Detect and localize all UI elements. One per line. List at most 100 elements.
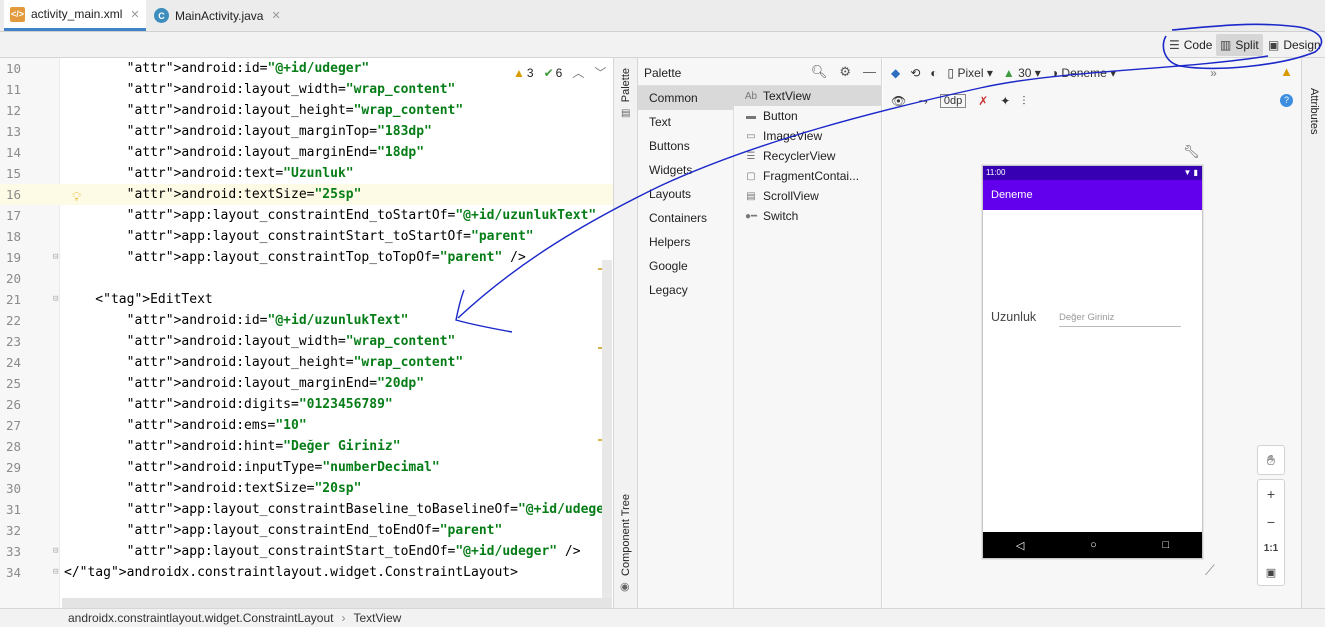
code-line[interactable]: 31 "attr">app:layout_constraintBaseline_… [0, 499, 620, 520]
palette-category-containers[interactable]: Containers [638, 206, 734, 230]
palette-category-legacy[interactable]: Legacy [638, 278, 734, 302]
design-mode-button[interactable]: ▣ Design [1264, 34, 1325, 56]
gear-icon[interactable]: ⚙ [839, 64, 851, 80]
chevron-up-icon[interactable]: ︿ [572, 64, 584, 81]
palette-item[interactable]: ▢ FragmentContai... [734, 166, 882, 186]
preview-textview[interactable]: Uzunluk [991, 310, 1036, 324]
fold-marker-icon[interactable]: ⊟ [53, 289, 58, 310]
tab-mainactivity-java[interactable]: C MainActivity.java ✕ [148, 0, 287, 31]
close-icon[interactable]: ✕ [130, 8, 139, 21]
code-line[interactable]: 13 "attr">android:layout_marginTop="183d… [0, 121, 613, 142]
layers-icon[interactable]: ◆ [891, 66, 900, 80]
palette-item[interactable]: ▭ ImageView [734, 126, 882, 146]
code-line[interactable]: 12 "attr">android:layout_height="wrap_co… [0, 100, 613, 121]
code-line[interactable]: 27 "attr">android:ems="10" [0, 415, 613, 436]
orientation-icon[interactable]: ⟲ [910, 66, 920, 80]
attributes-strip-tab[interactable]: Attributes [1308, 88, 1320, 134]
code-line[interactable]: 15 "attr">android:text="Uzunluk" [0, 163, 613, 184]
code-line[interactable]: 14 "attr">android:layout_marginEnd="18dp… [0, 142, 613, 163]
clear-constraints-icon[interactable]: ✗ [978, 94, 988, 108]
code-line[interactable]: 19 "attr">app:layout_constraintTop_toTop… [0, 247, 613, 268]
status-bar: 11:00 ▼ ▮ [983, 166, 1202, 180]
palette-strip-tab[interactable]: Palette [620, 68, 632, 102]
line-number: 18 [6, 229, 22, 244]
inspection-widget[interactable]: ▲ 3 ✔ 6 ︿ ﹀ [513, 64, 606, 81]
palette-item[interactable]: ▬ Button [734, 106, 882, 126]
default-margin-selector[interactable]: 0dp [939, 94, 967, 108]
code-line[interactable]: 30 "attr">android:textSize="20sp" [0, 478, 613, 499]
zoom-out-button[interactable]: − [1267, 514, 1275, 530]
palette-strip-icon: ▤ [621, 108, 631, 119]
fold-marker-icon[interactable]: ⊟ [53, 562, 58, 583]
palette-item[interactable]: ☰ RecyclerView [734, 146, 882, 166]
palette-category-helpers[interactable]: Helpers [638, 230, 734, 254]
palette-item[interactable]: Ab TextView [734, 86, 882, 106]
align-icon[interactable]: ⫶ [1022, 94, 1025, 109]
code-line[interactable]: 28 "attr">android:hint="Değer Giriniz" [0, 436, 613, 457]
code-line[interactable]: 20 [0, 268, 613, 289]
theme-selector[interactable]: ◑ Deneme ▾ [1051, 66, 1116, 80]
pan-tool[interactable]: ✋︎ [1257, 445, 1285, 475]
fold-marker-icon[interactable]: ⊟ [53, 541, 58, 562]
device-selector[interactable]: ▯ Pixel ▾ [948, 66, 993, 80]
code-text: "attr">app:layout_constraintBaseline_toB… [126, 502, 620, 517]
fold-marker-icon[interactable]: ⊟ [53, 247, 58, 268]
chevron-down-icon[interactable]: ﹀ [594, 64, 606, 81]
breadcrumb-item[interactable]: androidx.constraintlayout.widget.Constra… [68, 611, 334, 625]
palette-category-buttons[interactable]: Buttons [638, 134, 734, 158]
palette-category-common[interactable]: Common [638, 86, 734, 110]
code-line[interactable]: 11 "attr">android:layout_width="wrap_con… [0, 79, 613, 100]
palette-item[interactable]: ●━ Switch [734, 206, 882, 226]
preview-edittext[interactable]: Değer Giriniz [1059, 312, 1181, 327]
palette-category-google[interactable]: Google [638, 254, 734, 278]
api-selector[interactable]: ▲ 30 ▾ [1003, 66, 1041, 80]
split-mode-button[interactable]: ▥ Split [1216, 34, 1263, 56]
code-line[interactable]: 24 "attr">android:layout_height="wrap_co… [0, 352, 613, 373]
code-line[interactable]: 34 </"tag">androidx.constraintlayout.widg… [0, 562, 613, 583]
code-line[interactable]: 33 "attr">app:layout_constraintStart_toE… [0, 541, 613, 562]
help-icon[interactable]: ? [1280, 94, 1293, 107]
resize-handle-icon[interactable]: ⟋ [1205, 562, 1215, 579]
code-text: "attr">android:layout_height="wrap_conte… [126, 355, 464, 370]
code-text: "attr">app:layout_constraintTop_toTopOf=… [126, 250, 526, 265]
view-options-icon[interactable]: 👁︎ [891, 94, 906, 108]
night-mode-icon[interactable]: ◐ [930, 66, 937, 80]
code-line[interactable]: 26 "attr">android:digits="0123456789" [0, 394, 613, 415]
code-line[interactable]: 32 "attr">app:layout_constraintEnd_toEnd… [0, 520, 613, 541]
zoom-in-button[interactable]: + [1267, 486, 1275, 502]
line-number: 15 [6, 166, 22, 181]
code-text: "attr">android:layout_marginEnd="18dp" [126, 145, 425, 160]
palette-category-widgets[interactable]: Widgets [638, 158, 734, 182]
code-line[interactable]: 22 "attr">android:id="@+id/uzunlukText" [0, 310, 613, 331]
minimize-icon[interactable]: — [863, 64, 876, 80]
code-text: "attr">app:layout_constraintStart_toEndO… [126, 544, 581, 559]
code-line[interactable]: 16 "attr">android:textSize="25sp" 💡︎ [0, 184, 613, 205]
component-tree-strip-tab[interactable]: Component Tree [620, 494, 632, 576]
code-editor[interactable]: 10 "attr">android:id="@+id/udeger" 11 "at… [0, 58, 620, 608]
warning-icon[interactable]: ▲ [1280, 64, 1293, 79]
code-line[interactable]: 17 "attr">app:layout_constraintEnd_toSta… [0, 205, 613, 226]
device-preview[interactable]: 11:00 ▼ ▮ Deneme Uzunluk Değer Giriniz ◁… [982, 165, 1203, 559]
infer-constraints-icon[interactable]: ✦ [1000, 94, 1010, 108]
zoom-to-fit-icon[interactable]: ▣ [1266, 566, 1276, 579]
vertical-scrollbar[interactable] [602, 260, 612, 608]
autoconnect-icon[interactable]: ⤳ [918, 94, 928, 109]
close-icon[interactable]: ✕ [271, 9, 280, 22]
code-mode-button[interactable]: ☰ Code [1165, 34, 1216, 56]
horizontal-scrollbar[interactable] [62, 598, 612, 608]
code-line[interactable]: 21 <"tag">EditText ⊟ [0, 289, 613, 310]
search-icon[interactable]: 🔍︎ [811, 64, 828, 80]
more-icon[interactable]: » [1210, 66, 1217, 80]
palette-category-layouts[interactable]: Layouts [638, 182, 734, 206]
code-line[interactable]: 23 "attr">android:layout_width="wrap_con… [0, 331, 613, 352]
breadcrumb-item[interactable]: TextView [354, 611, 402, 625]
zoom-fit-button[interactable]: 1:1 [1264, 543, 1278, 554]
palette-item[interactable]: ▤ ScrollView [734, 186, 882, 206]
code-line[interactable]: 29 "attr">android:inputType="numberDecim… [0, 457, 613, 478]
tab-activity-main-xml[interactable]: </> activity_main.xml ✕ [4, 0, 146, 31]
code-line[interactable]: 25 "attr">android:layout_marginEnd="20dp… [0, 373, 613, 394]
palette-category-text[interactable]: Text [638, 110, 734, 134]
code-line[interactable]: 18 "attr">app:layout_constraintStart_toS… [0, 226, 613, 247]
wrench-icon[interactable]: 🔧︎ [1183, 144, 1200, 160]
line-number: 25 [6, 376, 22, 391]
